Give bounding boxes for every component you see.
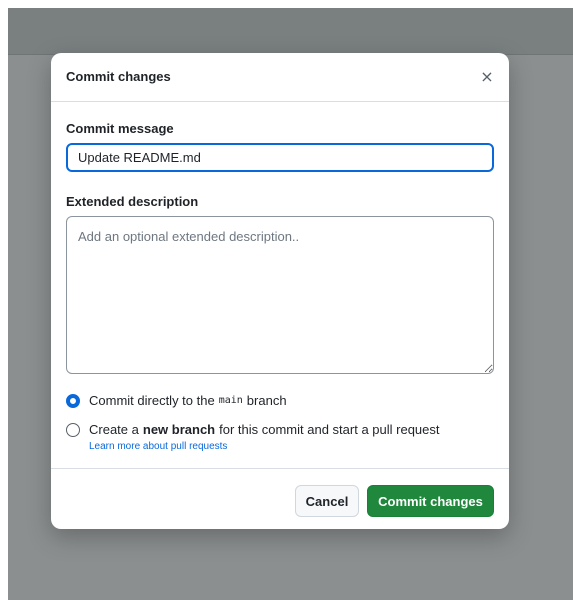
commit-changes-button[interactable]: Commit changes (367, 485, 494, 517)
dialog-title: Commit changes (66, 69, 171, 84)
commit-message-label: Commit message (66, 121, 174, 136)
close-button[interactable]: × (477, 67, 497, 87)
page-header-backdrop (8, 8, 573, 55)
new-branch-radio[interactable] (66, 422, 80, 437)
dialog-body: Commit message Extended description Comm… (51, 121, 509, 452)
branch-name: main (218, 395, 243, 406)
dialog-footer: Cancel Commit changes (51, 468, 509, 529)
new-branch-option[interactable]: Create a new branch for this commit and … (66, 422, 494, 437)
commit-directly-option[interactable]: Commit directly to the main branch (66, 393, 494, 408)
new-branch-prefix: Create a (89, 422, 139, 437)
commit-directly-prefix: Commit directly to the (89, 393, 215, 408)
close-icon: × (480, 67, 494, 86)
commit-message-input[interactable] (66, 143, 494, 172)
new-branch-emphasis: new branch (142, 422, 216, 437)
extended-description-label: Extended description (66, 194, 199, 209)
learn-more-pull-requests-link[interactable]: Learn more about pull requests (89, 441, 494, 452)
new-branch-suffix: for this commit and start a pull request (219, 422, 440, 437)
dialog-header: Commit changes × (51, 53, 509, 102)
commit-changes-dialog: Commit changes × Commit message Extended… (51, 53, 509, 529)
extended-description-textarea[interactable] (66, 216, 494, 374)
commit-directly-suffix: branch (246, 393, 287, 408)
page-backdrop: Commit changes × Commit message Extended… (8, 8, 573, 600)
cancel-button[interactable]: Cancel (295, 485, 359, 517)
commit-directly-radio[interactable] (66, 393, 80, 408)
